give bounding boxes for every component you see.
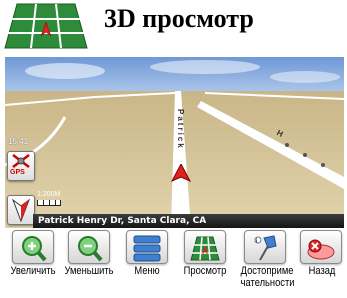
menu-button[interactable] [126,230,168,264]
zoom-in-icon [22,236,47,262]
zoom-out-label: Уменьшить [64,265,114,277]
pushpin-icon: i [254,235,277,261]
gps-button[interactable]: GPS [7,151,35,181]
zoom-out-button[interactable] [68,230,110,264]
gps-label: GPS [10,169,25,176]
back-button[interactable] [300,230,342,264]
zoom-in-label: Увеличить [10,265,56,277]
compass-button[interactable] [7,195,35,225]
3d-map-grid-icon [4,3,88,49]
back-label: Назад [308,265,336,277]
poi-button[interactable]: i [244,230,286,264]
page-title: 3D просмотр [104,4,254,33]
menu-icon [133,235,161,262]
map-view[interactable]: Patrick H 15:41 GPS 1:200M Patrick Henry… [5,57,344,228]
menu-label: Меню [134,265,160,277]
scale-readout: 1:200M [37,191,61,198]
compass-arrow-icon [11,198,31,223]
map-view-label: Просмотр [183,265,227,277]
current-position-icon [171,164,191,182]
scale-bar [37,200,61,206]
satellite-icon [12,154,30,168]
address-bar: Patrick Henry Dr, Santa Clara, CA [33,214,344,228]
toolbar: Увеличить Уменьшить Меню Просмотр i Дост… [0,228,347,298]
header: 3D просмотр [0,0,347,54]
zoom-out-icon [78,236,103,262]
map-view-button[interactable] [184,230,226,264]
svg-text:i: i [256,237,258,245]
poi-label: Достоприме чательности [240,265,295,289]
zoom-in-button[interactable] [12,230,54,264]
time-readout: 15:41 [8,137,29,146]
back-icon [307,239,335,260]
map-view-icon [190,236,220,261]
